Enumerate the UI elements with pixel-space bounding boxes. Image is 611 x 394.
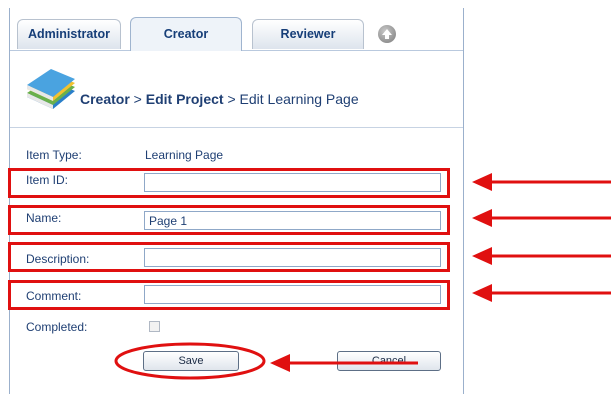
annotation-arrow-save — [270, 354, 418, 372]
annotation-arrow-name — [472, 209, 611, 227]
annotation-overlay — [114, 173, 611, 380]
annotation-arrow-comment — [472, 284, 611, 302]
annotation-arrow-description — [472, 247, 611, 265]
annotation-arrow-item-id — [472, 173, 611, 191]
annotation-ellipse-save — [114, 342, 266, 380]
